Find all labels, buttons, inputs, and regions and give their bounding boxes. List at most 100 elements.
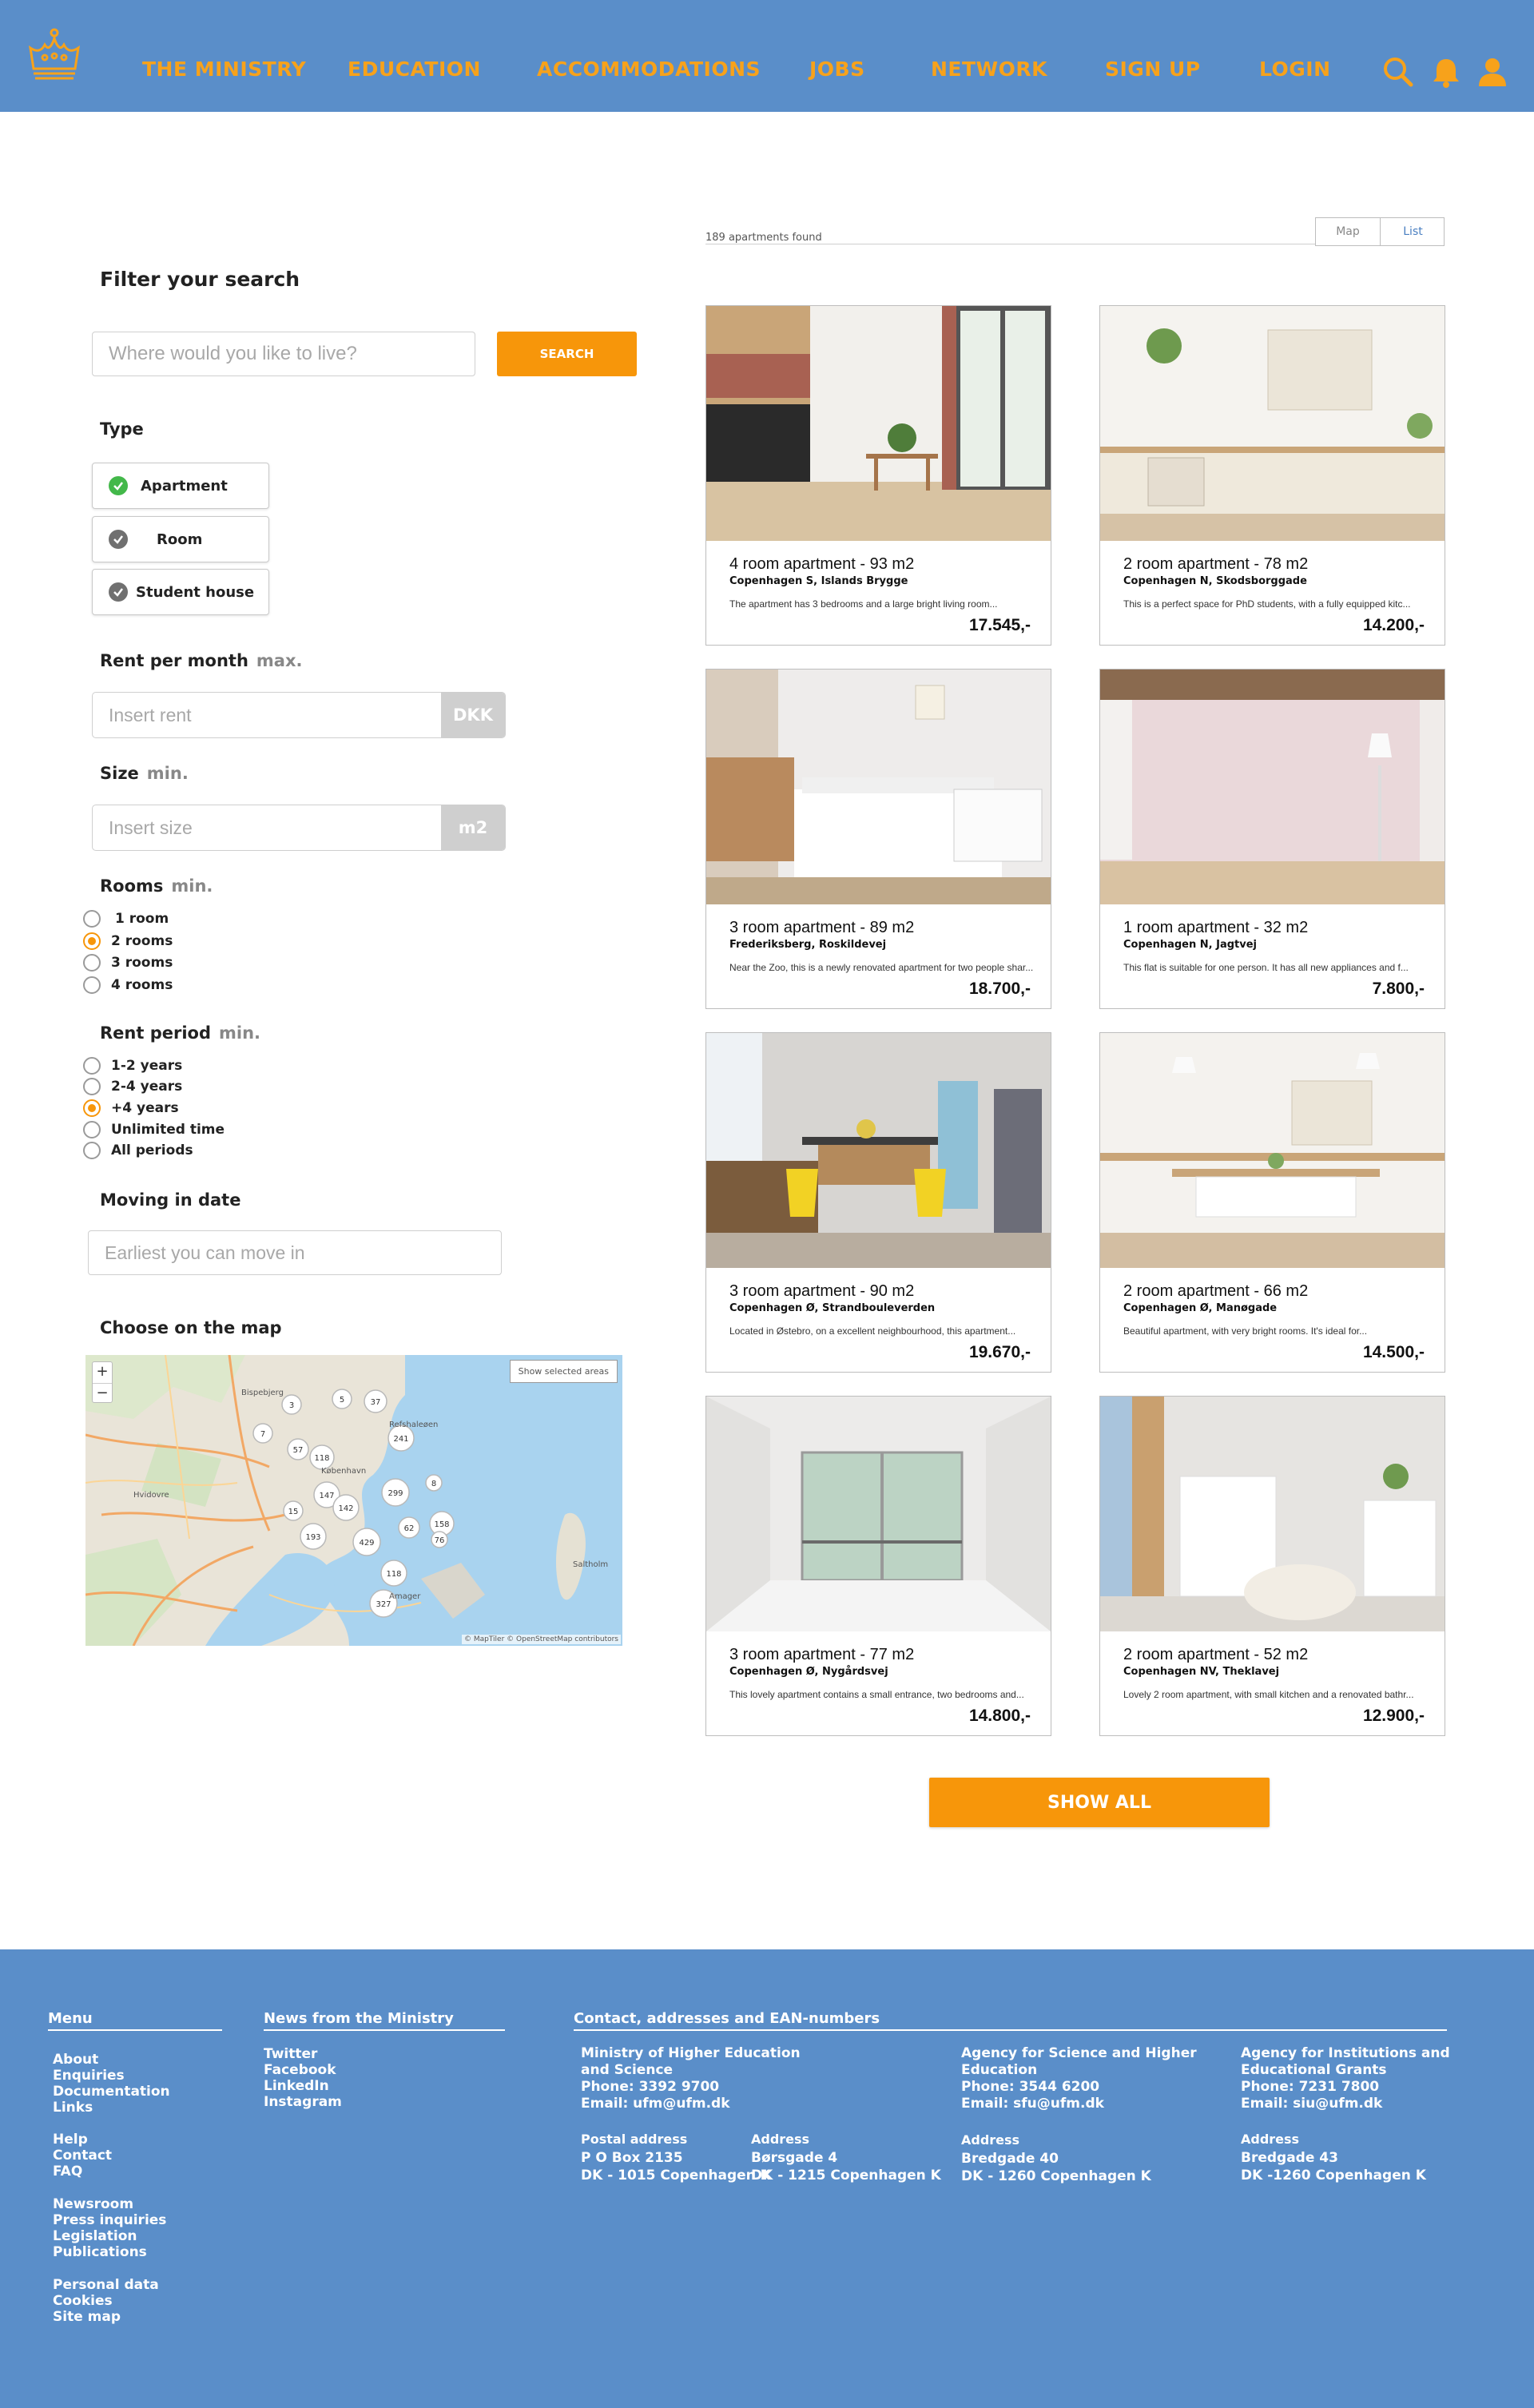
- bell-icon[interactable]: [1430, 56, 1462, 88]
- location-search-input[interactable]: [92, 332, 475, 376]
- footer-link-enquiries[interactable]: Enquiries: [53, 2068, 125, 2084]
- radio-button[interactable]: [83, 910, 101, 928]
- footer-link-newsroom[interactable]: Newsroom: [53, 2196, 133, 2212]
- map-cluster: 147: [319, 1492, 334, 1500]
- nav-sign-up[interactable]: SIGN UP: [1105, 58, 1201, 81]
- listing-card[interactable]: 4 room apartment - 93 m2 Copenhagen S, I…: [705, 305, 1051, 646]
- map-view-button[interactable]: Map: [1316, 218, 1381, 245]
- show-selected-areas-button[interactable]: Show selected areas: [509, 1360, 618, 1383]
- nav-network[interactable]: NETWORK: [931, 58, 1047, 81]
- org-phone: Phone: 3392 9700: [581, 2079, 720, 2095]
- org-email[interactable]: Email: ufm@ufm.dk: [581, 2096, 730, 2112]
- type-room-toggle[interactable]: Room: [92, 516, 269, 562]
- footer-link-site-map[interactable]: Site map: [53, 2309, 121, 2325]
- footer-menu-heading: Menu: [48, 2010, 93, 2027]
- radio-button-selected[interactable]: [83, 932, 101, 950]
- footer-link-publications[interactable]: Publications: [53, 2244, 147, 2260]
- listing-card[interactable]: 3 room apartment - 89 m2 Frederiksberg, …: [705, 669, 1051, 1009]
- radio-button[interactable]: [83, 976, 101, 994]
- org-email[interactable]: Email: sfu@ufm.dk: [961, 2096, 1104, 2112]
- crown-logo-icon[interactable]: [26, 27, 83, 83]
- footer-link-linkedin[interactable]: LinkedIn: [264, 2078, 329, 2094]
- nav-jobs[interactable]: JOBS: [809, 58, 865, 81]
- address-line: DK - 1215 Copenhagen K: [751, 2168, 941, 2183]
- radio-button[interactable]: [83, 1142, 101, 1159]
- radio-button[interactable]: [83, 954, 101, 972]
- listing-card[interactable]: 2 room apartment - 78 m2 Copenhagen N, S…: [1099, 305, 1445, 646]
- size-input[interactable]: [93, 805, 440, 850]
- nav-accommodations[interactable]: ACCOMMODATIONS: [537, 58, 761, 81]
- footer-link-press[interactable]: Press inquiries: [53, 2212, 166, 2228]
- map-label: Choose on the map: [100, 1318, 282, 1337]
- listing-title: 1 room apartment - 32 m2: [1123, 919, 1309, 936]
- listing-address: Copenhagen Ø, Manøgade: [1123, 1302, 1278, 1314]
- radio-button-selected[interactable]: [83, 1099, 101, 1117]
- listing-card[interactable]: 1 room apartment - 32 m2 Copenhagen N, J…: [1099, 669, 1445, 1009]
- nav-education[interactable]: EDUCATION: [348, 58, 481, 81]
- footer-link-legislation[interactable]: Legislation: [53, 2228, 137, 2244]
- period-label-text: Rent period: [100, 1023, 212, 1043]
- user-icon[interactable]: [1476, 56, 1508, 88]
- size-label-text: Size: [100, 764, 139, 783]
- search-icon[interactable]: [1382, 56, 1414, 88]
- top-header: THE MINISTRY EDUCATION ACCOMMODATIONS JO…: [0, 0, 1534, 112]
- show-all-button[interactable]: SHOW ALL: [929, 1778, 1270, 1827]
- footer-link-contact[interactable]: Contact: [53, 2148, 112, 2164]
- nav-login[interactable]: LOGIN: [1259, 58, 1331, 81]
- listing-description: This flat is suitable for one person. It…: [1123, 962, 1409, 973]
- footer-link-faq[interactable]: FAQ: [53, 2164, 82, 2180]
- type-student-house-toggle[interactable]: Student house: [92, 569, 269, 615]
- listing-card[interactable]: 3 room apartment - 77 m2 Copenhagen Ø, N…: [705, 1396, 1051, 1736]
- area-map[interactable]: 3 5 37 7 57 118 241 147 299 8 15 142 62 …: [85, 1355, 622, 1646]
- listing-card[interactable]: 2 room apartment - 52 m2 Copenhagen NV, …: [1099, 1396, 1445, 1736]
- footer-link-personal-data[interactable]: Personal data: [53, 2277, 159, 2293]
- type-label-text: Apartment: [141, 478, 228, 495]
- map-cluster: 327: [376, 1600, 391, 1609]
- footer-link-help[interactable]: Help: [53, 2132, 88, 2148]
- radio-button[interactable]: [83, 1057, 101, 1075]
- map-zoom-control: + −: [92, 1361, 113, 1403]
- org-phone: Phone: 7231 7800: [1241, 2079, 1380, 2095]
- footer-link-cookies[interactable]: Cookies: [53, 2293, 113, 2309]
- footer-link-facebook[interactable]: Facebook: [264, 2062, 336, 2078]
- footer-divider: [48, 2029, 222, 2031]
- rent-input[interactable]: [93, 693, 440, 737]
- period-option-label: 1-2 years: [111, 1058, 183, 1074]
- period-option-label: All periods: [111, 1142, 193, 1158]
- map-cluster: 118: [386, 1570, 401, 1579]
- nav-the-ministry[interactable]: THE MINISTRY: [142, 58, 306, 81]
- footer-link-twitter[interactable]: Twitter: [264, 2046, 317, 2062]
- listing-title: 3 room apartment - 89 m2: [729, 919, 915, 936]
- size-field: m2: [92, 805, 506, 851]
- listing-card[interactable]: 3 room apartment - 90 m2 Copenhagen Ø, S…: [705, 1032, 1051, 1373]
- map-cluster: 57: [293, 1446, 304, 1455]
- page: THE MINISTRY EDUCATION ACCOMMODATIONS JO…: [0, 0, 1534, 2408]
- zoom-out-button[interactable]: −: [93, 1383, 112, 1404]
- site-footer: Menu About Enquiries Documentation Links…: [0, 1949, 1534, 2408]
- map-place-label: Bispebjerg: [241, 1389, 284, 1397]
- footer-link-instagram[interactable]: Instagram: [264, 2094, 342, 2110]
- address-label: Address: [961, 2132, 1020, 2148]
- radio-button[interactable]: [83, 1121, 101, 1138]
- search-button[interactable]: SEARCH: [497, 332, 637, 376]
- footer-link-links[interactable]: Links: [53, 2100, 93, 2116]
- listing-card[interactable]: 2 room apartment - 66 m2 Copenhagen Ø, M…: [1099, 1032, 1445, 1373]
- type-apartment-toggle[interactable]: Apartment: [92, 463, 269, 509]
- listing-price: 14.500,-: [1362, 1343, 1425, 1361]
- map-cluster: 5: [340, 1396, 344, 1405]
- map-cluster: 142: [338, 1504, 353, 1513]
- footer-link-about[interactable]: About: [53, 2052, 98, 2068]
- rooms-label-text: Rooms: [100, 876, 164, 896]
- map-cluster: 76: [435, 1536, 445, 1545]
- radio-button[interactable]: [83, 1078, 101, 1095]
- map-cluster: 15: [288, 1508, 299, 1516]
- list-view-button[interactable]: List: [1381, 218, 1445, 245]
- filter-heading: Filter your search: [100, 268, 300, 291]
- org-name: Education: [961, 2062, 1038, 2078]
- org-email[interactable]: Email: siu@ufm.dk: [1241, 2096, 1382, 2112]
- listing-price: 17.545,-: [968, 616, 1031, 634]
- moving-date-input[interactable]: [88, 1230, 502, 1275]
- map-place-label: Hvidovre: [133, 1491, 169, 1500]
- footer-link-documentation[interactable]: Documentation: [53, 2084, 170, 2100]
- zoom-in-button[interactable]: +: [93, 1362, 112, 1383]
